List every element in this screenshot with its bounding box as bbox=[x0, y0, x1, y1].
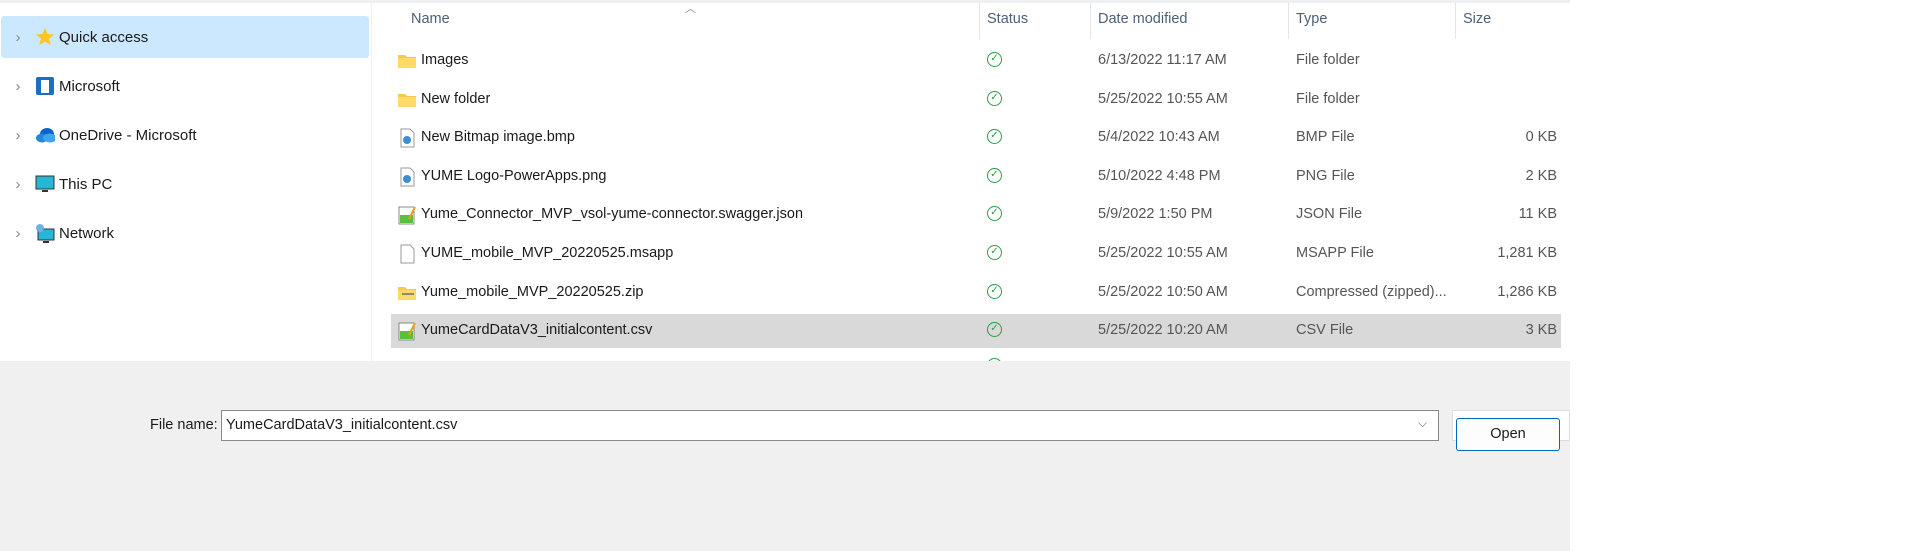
nav-item-this-pc[interactable]: › This PC bbox=[1, 163, 369, 205]
sync-status-icon: ✓ bbox=[987, 167, 1002, 183]
file-type: BMP File bbox=[1296, 129, 1355, 146]
image-file-icon bbox=[397, 167, 417, 187]
sync-status-icon: ✓ bbox=[987, 283, 1002, 299]
file-name: Yume_mobile_MVP_20220525.zip bbox=[421, 283, 644, 300]
file-type: File folder bbox=[1296, 52, 1360, 68]
file-date: 5/25/2022 10:55 AM bbox=[1098, 90, 1228, 107]
file-name: YUME_mobile_MVP_20220525.msapp bbox=[421, 245, 674, 261]
file-row[interactable]: Yume_Connector_MVP_vsol-yume-connector.s… bbox=[391, 198, 1561, 232]
navigation-pane: › Quick access › Microsoft › OneDrive - Micro… bbox=[0, 3, 372, 361]
column-date-modified[interactable]: Date modified bbox=[1098, 11, 1187, 27]
monitor-icon bbox=[35, 174, 55, 194]
spreadsheet-file-icon bbox=[397, 205, 417, 225]
file-name: New Bitmap image.bmp bbox=[421, 129, 575, 146]
nav-item-label: Network bbox=[59, 224, 115, 242]
image-file-icon bbox=[397, 128, 417, 148]
sync-status-icon: ✓ bbox=[987, 322, 1002, 338]
file-name-input[interactable]: YumeCardDataV3_initialcontent.csv bbox=[221, 410, 1439, 441]
column-divider[interactable] bbox=[1288, 3, 1289, 39]
column-type[interactable]: Type bbox=[1296, 11, 1327, 27]
nav-item-microsoft[interactable]: › Microsoft bbox=[1, 65, 369, 107]
sync-status-icon: ✓ bbox=[987, 245, 1002, 260]
file-type: JSON File bbox=[1296, 206, 1363, 223]
file-size: 0 KB bbox=[1525, 129, 1557, 146]
file-row[interactable]: YumeCardDataV3_initialcontent.csv ✓ 5/25/2… bbox=[391, 314, 1561, 349]
file-list: ︿ Name Status Date modified Type Size Im… bbox=[373, 3, 1570, 361]
nav-item-onedrive-microsoft[interactable]: › OneDrive - Microsoft bbox=[1, 114, 369, 156]
file-name: YumeCardDataV3_initialcontent.csv bbox=[421, 322, 653, 339]
chevron-down-icon[interactable]: ⌵ bbox=[1418, 416, 1427, 431]
spreadsheet-file-icon bbox=[397, 321, 417, 341]
file-name: Images bbox=[421, 52, 469, 68]
file-date: 5/25/2022 10:20 AM bbox=[1098, 322, 1228, 339]
file-type: File folder bbox=[1296, 90, 1360, 107]
star-icon bbox=[35, 27, 55, 47]
nav-item-label: This PC bbox=[59, 175, 113, 193]
folder-icon bbox=[397, 90, 417, 110]
nav-item-label: OneDrive - Microsoft bbox=[59, 126, 197, 144]
file-date: 6/13/2022 11:17 AM bbox=[1098, 52, 1227, 68]
sync-status-icon: ✓ bbox=[987, 129, 1002, 145]
column-header: ︿ Name Status Date modified Type Size bbox=[373, 3, 1570, 39]
file-type: MSAPP File bbox=[1296, 245, 1374, 261]
sync-status-icon: ✓ bbox=[987, 90, 1002, 106]
file-size: 2 KB bbox=[1525, 167, 1557, 184]
file-type: Compressed (zipped)... bbox=[1296, 283, 1447, 300]
file-row[interactable]: New folder ✓ 5/25/2022 10:55 AM File folder bbox=[391, 83, 1561, 117]
column-status[interactable]: Status bbox=[987, 11, 1028, 27]
sort-ascending-icon: ︿ bbox=[685, 3, 696, 15]
file-type: PNG File bbox=[1296, 167, 1355, 184]
nav-item-network[interactable]: › Network bbox=[1, 212, 369, 254]
network-icon bbox=[35, 223, 55, 243]
file-size: 1,286 KB bbox=[1497, 283, 1557, 300]
file-name-label: File name: bbox=[150, 417, 218, 433]
file-size: 11 KB bbox=[1518, 206, 1557, 223]
nav-item-label: Microsoft bbox=[59, 77, 120, 95]
open-button[interactable]: Open bbox=[1456, 418, 1560, 451]
chevron-right-icon[interactable]: › bbox=[3, 127, 33, 144]
sync-status-icon: ✓ bbox=[987, 52, 1002, 67]
file-date: 5/9/2022 1:50 PM bbox=[1098, 206, 1213, 223]
file-row[interactable]: YUME Logo-PowerApps.png ✓ 5/10/2022 4:48 P… bbox=[391, 160, 1561, 194]
file-date: 5/25/2022 10:55 AM bbox=[1098, 245, 1228, 261]
cloud-icon bbox=[35, 125, 55, 145]
dialog-footer: File name: YumeCardDataV3_initialcontent… bbox=[0, 361, 1570, 551]
file-size: 1,281 KB bbox=[1497, 245, 1557, 261]
file-date: 5/25/2022 10:50 AM bbox=[1098, 283, 1228, 300]
column-size[interactable]: Size bbox=[1463, 11, 1491, 27]
zip-folder-icon bbox=[397, 283, 417, 303]
column-divider[interactable] bbox=[1455, 3, 1456, 39]
file-row[interactable]: Yume_mobile_MVP_20220525.zip ✓ 5/25/2022 1… bbox=[391, 276, 1561, 310]
file-row[interactable]: YUME_mobile_MVP_20220525.msapp ✓ 5/25/2022… bbox=[391, 237, 1561, 271]
file-row[interactable]: Images ✓ 6/13/2022 11:17 AM File folder bbox=[391, 44, 1561, 78]
file-type: CSV File bbox=[1296, 322, 1354, 339]
chevron-right-icon[interactable]: › bbox=[3, 78, 33, 95]
column-divider[interactable] bbox=[979, 3, 980, 39]
chevron-right-icon[interactable]: › bbox=[3, 29, 33, 46]
file-date: 5/4/2022 10:43 AM bbox=[1098, 129, 1220, 146]
column-divider[interactable] bbox=[1090, 3, 1091, 39]
file-name: YUME Logo-PowerApps.png bbox=[421, 167, 607, 184]
file-size: 3 KB bbox=[1525, 322, 1557, 339]
chevron-right-icon[interactable]: › bbox=[3, 176, 33, 193]
blank-file-icon bbox=[397, 244, 417, 264]
nav-item-label: Quick access bbox=[59, 28, 149, 46]
folder-icon bbox=[397, 51, 417, 71]
partial-row[interactable]: ✓ bbox=[391, 353, 1561, 361]
file-name: New folder bbox=[421, 90, 491, 107]
file-row[interactable]: New Bitmap image.bmp ✓ 5/4/2022 10:43 AM BM… bbox=[391, 121, 1561, 155]
chevron-right-icon[interactable]: › bbox=[3, 225, 33, 242]
nav-item-quick-access[interactable]: › Quick access bbox=[1, 16, 369, 58]
column-name[interactable]: Name bbox=[411, 11, 450, 27]
building-icon bbox=[35, 76, 55, 96]
file-name: Yume_Connector_MVP_vsol-yume-connector.s… bbox=[421, 206, 804, 223]
file-date: 5/10/2022 4:48 PM bbox=[1098, 167, 1221, 184]
sync-status-icon: ✓ bbox=[987, 206, 1002, 222]
